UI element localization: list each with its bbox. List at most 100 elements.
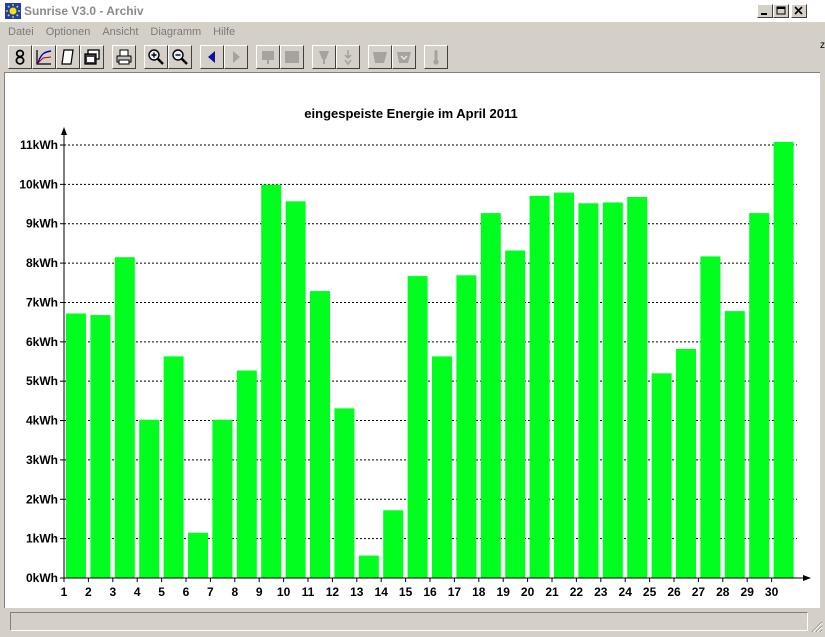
bar-day-12 — [334, 408, 355, 578]
x-tick-label: 20 — [521, 585, 535, 599]
bar-day-21 — [554, 192, 574, 578]
folder-button[interactable] — [368, 45, 392, 69]
line-chart-button[interactable] — [32, 45, 56, 69]
y-tick-label: 0kWh — [26, 571, 58, 585]
y-tick-label: 10kWh — [19, 177, 58, 191]
bar-day-30 — [773, 141, 794, 579]
plug-arrow-icon — [344, 50, 352, 66]
printer-icon — [116, 49, 132, 65]
title-bar[interactable]: Sunrise V3.0 - Archiv — [0, 0, 825, 22]
zoom-in-button[interactable] — [144, 45, 168, 69]
bar-day-27 — [700, 256, 721, 578]
menu-hilfe[interactable]: Hilfe — [213, 22, 235, 42]
x-tick-label: 8 — [231, 585, 238, 599]
resize-grip-icon[interactable] — [811, 621, 823, 633]
x-tick-label: 10 — [277, 585, 291, 599]
bar-day-14 — [383, 510, 404, 578]
plug-arrow-button[interactable] — [336, 45, 360, 69]
folder-down-icon — [397, 52, 411, 63]
plug-button[interactable] — [312, 45, 336, 69]
x-tick-label: 18 — [472, 585, 486, 599]
x-tick-label: 9 — [256, 585, 263, 599]
zoom-out-icon — [172, 49, 188, 65]
x-tick-label: 16 — [423, 585, 437, 599]
folder-icon — [373, 52, 387, 63]
x-tick-label: 7 — [207, 585, 214, 599]
arrow-right-icon — [233, 51, 240, 63]
print-button[interactable] — [112, 45, 136, 69]
copy-window-button[interactable] — [80, 45, 104, 69]
x-tick-label: 1 — [61, 585, 68, 599]
x-tick-label: 27 — [692, 585, 706, 599]
maximize-button[interactable] — [773, 4, 789, 18]
box-icon — [285, 51, 299, 63]
close-icon — [794, 6, 803, 15]
thermometer-button[interactable] — [424, 45, 448, 69]
bar-day-5 — [163, 356, 184, 578]
x-tick-label: 25 — [643, 585, 657, 599]
plug-icon — [319, 51, 329, 64]
y-tick-label: 4kWh — [26, 414, 58, 428]
eight-button[interactable] — [8, 45, 32, 69]
y-tick-label: 7kWh — [26, 295, 58, 309]
bar-day-3 — [114, 257, 135, 578]
bar-day-29 — [749, 213, 770, 578]
toolbar — [8, 43, 448, 71]
x-tick-label: 15 — [399, 585, 413, 599]
previous-button[interactable] — [200, 45, 224, 69]
y-tick-label: 11kWh — [20, 138, 58, 152]
zoom-out-button[interactable] — [168, 45, 192, 69]
arrow-left-icon — [208, 51, 215, 63]
thermometer-icon — [433, 50, 439, 65]
x-tick-label: 28 — [716, 585, 730, 599]
bar-day-2 — [90, 315, 111, 578]
energy-bar-chart: eingespeiste Energie im April 2011 0kWh1… — [19, 106, 811, 599]
bar-day-16 — [432, 356, 452, 578]
next-button[interactable] — [224, 45, 248, 69]
close-button[interactable] — [791, 4, 807, 18]
y-tick-label: 8kWh — [26, 256, 58, 270]
x-tick-label: 21 — [545, 585, 559, 599]
menu-datei[interactable]: Datei — [8, 22, 34, 42]
bar-day-4 — [139, 419, 160, 578]
minimize-button[interactable] — [757, 4, 773, 18]
bar-day-9 — [261, 184, 282, 578]
box-down-icon — [262, 51, 274, 64]
x-tick-label: 29 — [741, 585, 755, 599]
box-down-button[interactable] — [256, 45, 280, 69]
menu-ansicht[interactable]: Ansicht — [102, 22, 138, 42]
bar-day-6 — [188, 532, 208, 578]
y-axis-arrow — [61, 127, 67, 135]
bar-day-17 — [456, 275, 477, 578]
bar-day-26 — [676, 348, 696, 578]
x-tick-label: 6 — [183, 585, 190, 599]
x-tick-label: 26 — [667, 585, 681, 599]
copy-window-icon — [84, 49, 100, 65]
x-tick-label: 30 — [765, 585, 779, 599]
x-tick-label: 4 — [134, 585, 141, 599]
y-tick-label: 3kWh — [26, 453, 58, 467]
menu-diagramm[interactable]: Diagramm — [150, 22, 201, 42]
y-tick-label: 6kWh — [26, 335, 58, 349]
bar-day-22 — [578, 203, 599, 578]
x-tick-label: 23 — [594, 585, 608, 599]
bar-day-1 — [66, 313, 86, 578]
folder-down-button[interactable] — [392, 45, 416, 69]
bar-day-24 — [627, 196, 648, 578]
window-title: Sunrise V3.0 - Archiv — [24, 4, 144, 18]
chart-title: eingespeiste Energie im April 2011 — [304, 106, 517, 121]
maximize-icon — [776, 6, 786, 15]
x-tick-label: 19 — [497, 585, 511, 599]
box-button[interactable] — [280, 45, 304, 69]
x-tick-label: 24 — [619, 585, 633, 599]
chart-panel: eingespeiste Energie im April 2011 0kWh 1… — [4, 72, 820, 608]
menu-optionen[interactable]: Optionen — [46, 22, 91, 42]
y-tick-label: 1kWh — [26, 532, 58, 546]
bar-day-10 — [285, 201, 306, 579]
sun-logo-icon — [5, 3, 21, 19]
page-icon — [61, 49, 74, 65]
bar-day-19 — [505, 250, 526, 578]
bar-day-25 — [651, 373, 672, 578]
y-tick-label: 2kWh — [26, 492, 58, 506]
page-button[interactable] — [56, 45, 80, 69]
